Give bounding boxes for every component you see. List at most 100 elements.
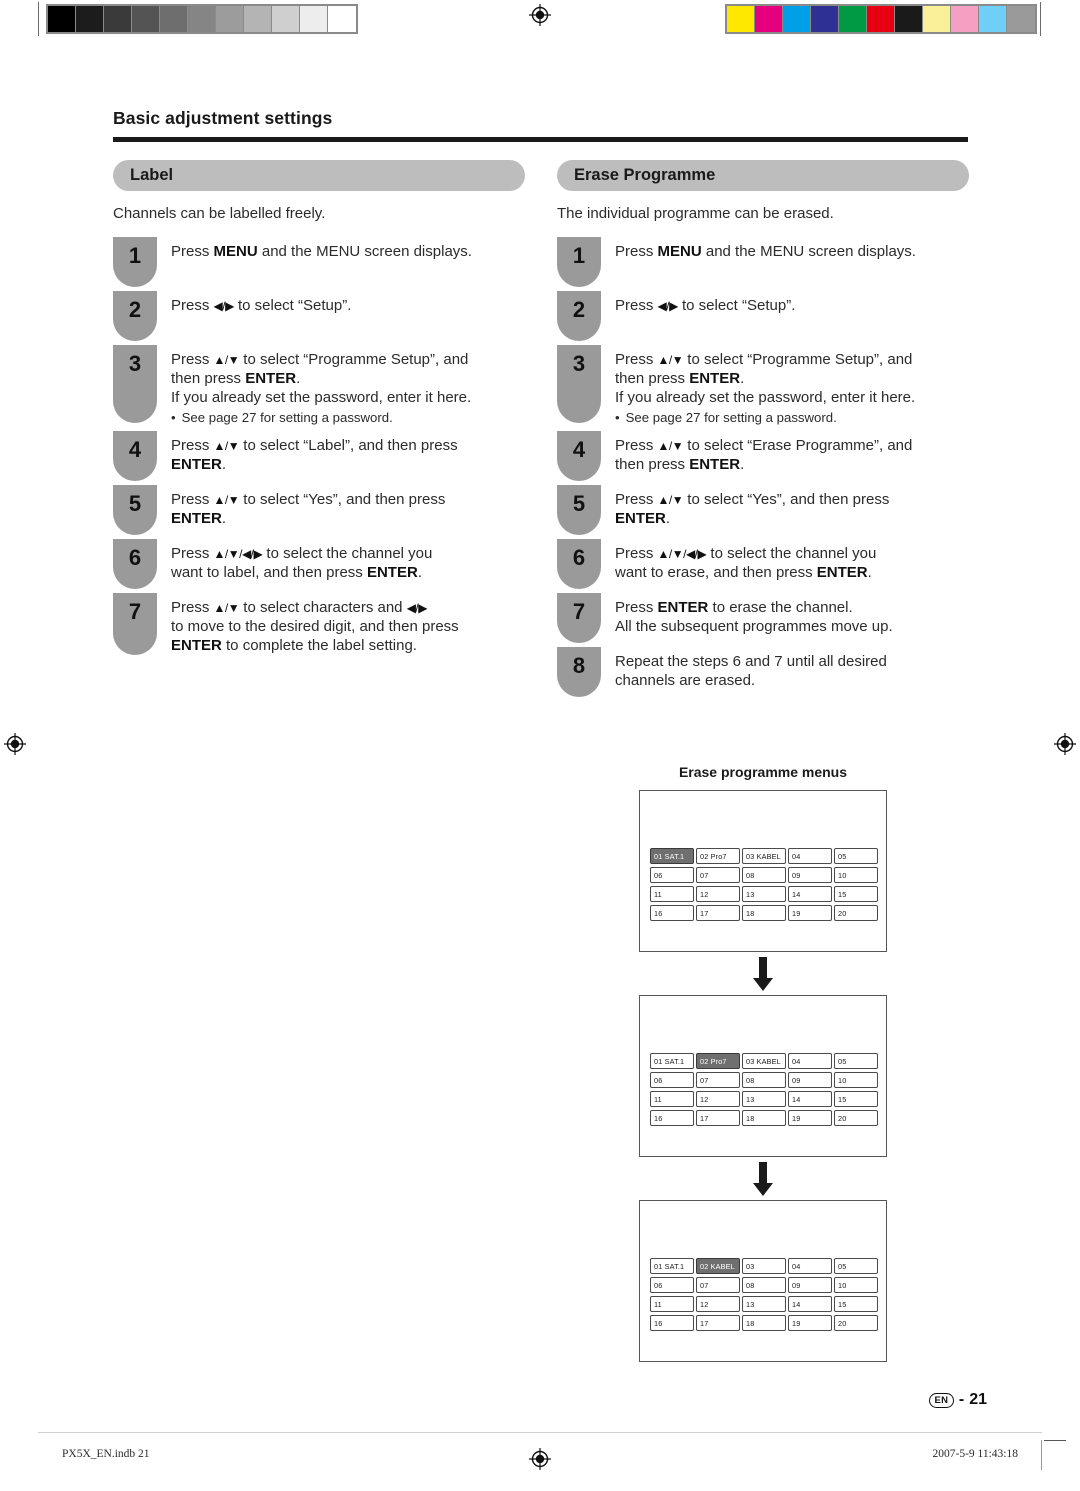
channel-cell[interactable]: 09 — [788, 1277, 832, 1293]
plain-text: to select “Yes”, and then press — [683, 491, 890, 509]
channel-cell[interactable]: 02 Pro7 — [696, 848, 740, 864]
plain-text: want to erase, and then press — [615, 563, 817, 581]
channel-grid: 01 SAT.1 02 Pro7 03 KABEL 04 05 06 07 08 09 10 11 1… — [650, 1053, 878, 1126]
emphasis-text: ENTER — [171, 509, 222, 527]
channel-cell[interactable]: 08 — [742, 1072, 786, 1088]
channel-cell[interactable]: 07 — [696, 867, 740, 883]
channel-cell[interactable]: 01 SAT.1 — [650, 1053, 694, 1069]
emphasis-text: ENTER — [366, 563, 418, 581]
step-line: Press ◀/▶ to select “Setup”. — [615, 297, 969, 316]
channel-cell[interactable]: 19 — [788, 1315, 832, 1331]
step-line: Press ▲/▼ to select characters and ◀/▶ — [171, 599, 525, 618]
footer-crop-tick-horizontal — [1044, 1440, 1066, 1441]
step-instruction-text: Press ▲/▼ to select “Label”, and then pr… — [171, 431, 525, 475]
plain-text: Press — [615, 242, 658, 260]
channel-cell-selected[interactable]: 01 SAT.1 — [650, 848, 694, 864]
channel-cell[interactable]: 15 — [834, 886, 878, 902]
channel-cell[interactable]: 13 — [742, 1091, 786, 1107]
channel-cell[interactable]: 13 — [742, 886, 786, 902]
step-line: Press ▲/▼ to select “Label”, and then pr… — [171, 437, 525, 456]
channel-cell[interactable]: 05 — [834, 848, 878, 864]
channel-cell[interactable]: 17 — [696, 1110, 740, 1126]
direction-keys-icon: ◀/▶ — [213, 298, 235, 313]
plain-text: Press — [615, 599, 658, 617]
emphasis-text: ENTER — [689, 369, 741, 387]
channel-cell[interactable]: 06 — [650, 867, 694, 883]
channel-cell[interactable]: 08 — [742, 1277, 786, 1293]
channel-cell[interactable]: 01 SAT.1 — [650, 1258, 694, 1274]
step-note: See page 27 for setting a password. — [615, 410, 969, 427]
channel-cell[interactable]: 14 — [788, 1296, 832, 1312]
channel-cell[interactable]: 20 — [834, 1110, 878, 1126]
channel-cell[interactable]: 10 — [834, 1072, 878, 1088]
channel-cell[interactable]: 16 — [650, 1315, 694, 1331]
channel-cell[interactable]: 11 — [650, 886, 694, 902]
channel-cell[interactable]: 07 — [696, 1277, 740, 1293]
channel-grid-panel-3: 01 SAT.1 02 KABEL 03 04 05 06 07 08 09 10 11 12 13 14… — [639, 1200, 887, 1362]
channel-cell[interactable]: 17 — [696, 1315, 740, 1331]
channel-cell[interactable]: 05 — [834, 1053, 878, 1069]
step-line: If you already set the password, enter i… — [615, 389, 969, 408]
channel-cell[interactable]: 18 — [742, 1110, 786, 1126]
step-line: Press MENU and the MENU screen displays. — [615, 243, 969, 262]
channel-cell[interactable]: 03 KABEL — [742, 1053, 786, 1069]
channel-cell[interactable]: 06 — [650, 1277, 694, 1293]
channel-cell[interactable]: 20 — [834, 1315, 878, 1331]
channel-cell[interactable]: 18 — [742, 905, 786, 921]
channel-cell[interactable]: 06 — [650, 1072, 694, 1088]
channel-cell[interactable]: 15 — [834, 1296, 878, 1312]
step-instruction-text: Press ▲/▼ to select “Programme Setup”, a… — [171, 345, 525, 427]
step-item: 2 Press ◀/▶ to select “Setup”. — [113, 290, 525, 341]
step-line: Press ▲/▼/◀/▶ to select the channel you — [171, 545, 525, 564]
channel-cell[interactable]: 19 — [788, 905, 832, 921]
channel-cell[interactable]: 09 — [788, 1072, 832, 1088]
emphasis-text: ENTER — [816, 563, 868, 581]
section-heading-label: Label — [113, 160, 525, 191]
step-item: 6 Press ▲/▼/◀/▶ to select the channel you… — [113, 539, 525, 590]
channel-cell[interactable]: 15 — [834, 1091, 878, 1107]
channel-cell[interactable]: 12 — [696, 1296, 740, 1312]
plain-text: then press — [615, 455, 690, 473]
step-line: ENTER. — [615, 510, 969, 529]
plain-text: Press — [171, 545, 214, 563]
channel-cell[interactable]: 14 — [788, 1091, 832, 1107]
direction-keys-icon: ▲/▼ — [657, 493, 684, 508]
channel-cell[interactable]: 16 — [650, 1110, 694, 1126]
channel-cell[interactable]: 11 — [650, 1091, 694, 1107]
channel-cell[interactable]: 19 — [788, 1110, 832, 1126]
channel-cell[interactable]: 13 — [742, 1296, 786, 1312]
step-instruction-text: Press MENU and the MENU screen displays. — [615, 237, 969, 262]
channel-cell[interactable]: 11 — [650, 1296, 694, 1312]
channel-cell[interactable]: 18 — [742, 1315, 786, 1331]
channel-cell[interactable]: 16 — [650, 905, 694, 921]
channel-cell[interactable]: 12 — [696, 886, 740, 902]
plain-text: to select “Yes”, and then press — [239, 491, 446, 509]
language-badge: EN — [928, 1392, 954, 1408]
page-title: Basic adjustment settings — [113, 108, 333, 128]
channel-cell[interactable]: 10 — [834, 1277, 878, 1293]
channel-cell[interactable]: 12 — [696, 1091, 740, 1107]
channel-cell[interactable]: 17 — [696, 905, 740, 921]
channel-cell[interactable]: 14 — [788, 886, 832, 902]
step-line: ENTER. — [171, 510, 525, 529]
step-instruction-text: Press ▲/▼ to select “Yes”, and then pres… — [615, 485, 969, 529]
step-line: ENTER. — [171, 456, 525, 475]
step-item: 3 Press ▲/▼ to select “Programme Setup”, … — [557, 344, 969, 427]
channel-cell[interactable]: 04 — [788, 1053, 832, 1069]
step-item: 6 Press ▲/▼/◀/▶ to select the channel you… — [557, 539, 969, 590]
channel-cell[interactable]: 10 — [834, 867, 878, 883]
channel-cell[interactable]: 05 — [834, 1258, 878, 1274]
step-line: Press ◀/▶ to select “Setup”. — [171, 297, 525, 316]
channel-cell-selected[interactable]: 02 Pro7 — [696, 1053, 740, 1069]
channel-cell[interactable]: 03 — [742, 1258, 786, 1274]
channel-cell[interactable]: 20 — [834, 905, 878, 921]
plain-text: . — [221, 455, 227, 473]
channel-cell[interactable]: 07 — [696, 1072, 740, 1088]
channel-cell[interactable]: 04 — [788, 848, 832, 864]
channel-cell[interactable]: 04 — [788, 1258, 832, 1274]
channel-cell-selected[interactable]: 02 KABEL — [696, 1258, 740, 1274]
step-line: then press ENTER. — [615, 370, 969, 389]
channel-cell[interactable]: 09 — [788, 867, 832, 883]
channel-cell[interactable]: 08 — [742, 867, 786, 883]
channel-cell[interactable]: 03 KABEL — [742, 848, 786, 864]
